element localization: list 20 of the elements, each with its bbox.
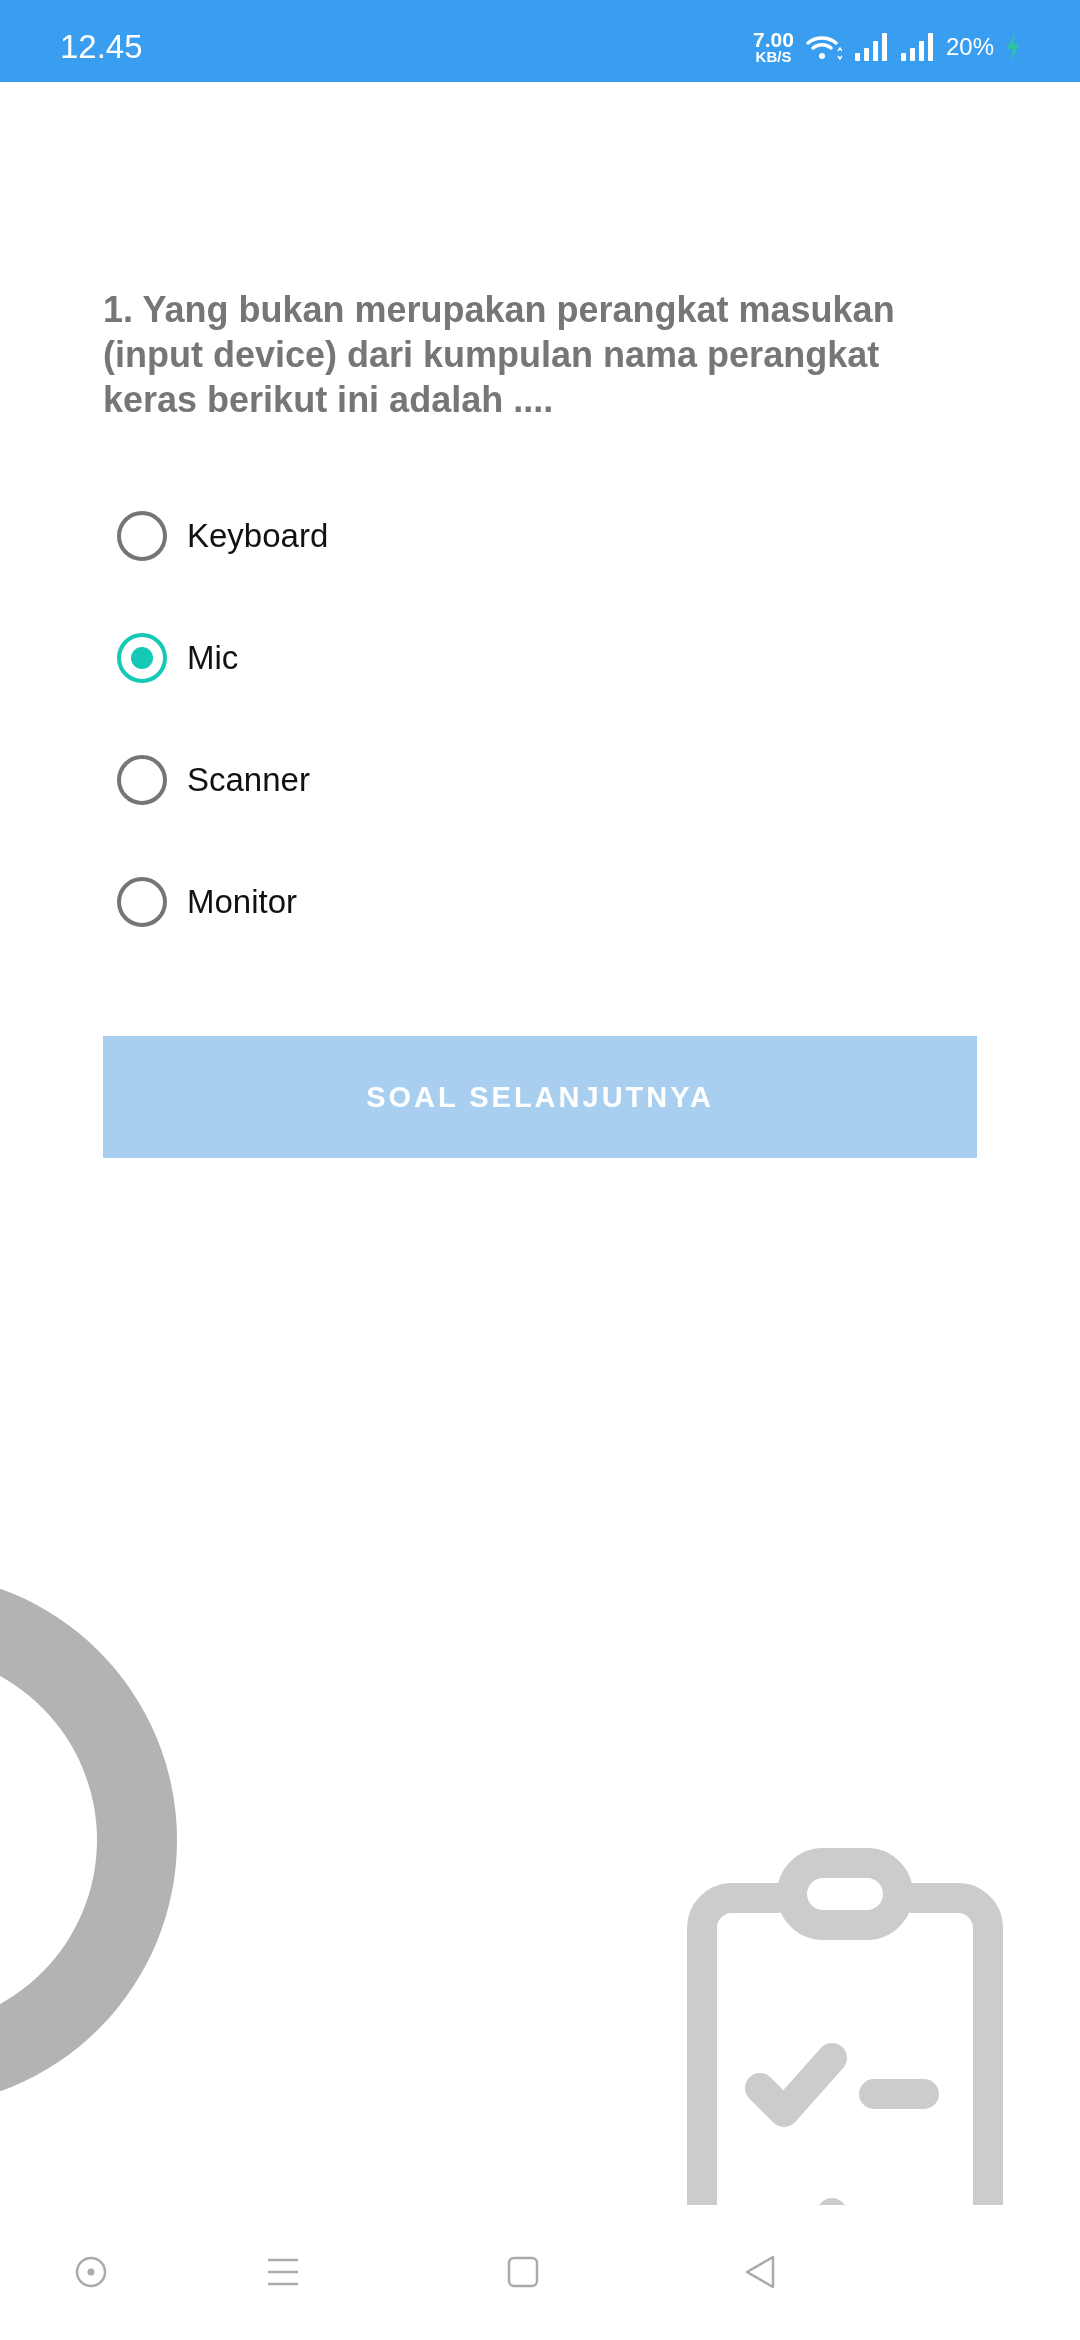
home-icon[interactable]: [506, 2255, 540, 2289]
radio-button[interactable]: [117, 755, 167, 805]
clock: 12.45: [60, 28, 143, 66]
answer-option[interactable]: Monitor: [103, 878, 977, 926]
answer-option[interactable]: Mic: [103, 634, 977, 682]
clipboard-icon: [686, 1848, 1004, 2205]
network-speed-unit: KB/S: [755, 49, 792, 64]
battery-level: 20%: [945, 33, 994, 61]
signal-icon: [899, 33, 934, 61]
answer-option[interactable]: Scanner: [103, 756, 977, 804]
radio-button[interactable]: [117, 633, 167, 683]
answer-option[interactable]: Keyboard: [103, 512, 977, 560]
radio-button[interactable]: [117, 877, 167, 927]
back-icon[interactable]: [743, 2255, 777, 2289]
signal-icon: [853, 33, 888, 61]
radio-button[interactable]: [117, 511, 167, 561]
assistant-icon[interactable]: [74, 2255, 108, 2289]
wifi-icon: [805, 33, 842, 61]
network-speed: 7.00: [753, 30, 794, 50]
question-text: 1. Yang bukan merupakan perangkat masukan (input device) dari kumpulan nama perangkat keras berikut ini adalah ....: [103, 288, 896, 422]
